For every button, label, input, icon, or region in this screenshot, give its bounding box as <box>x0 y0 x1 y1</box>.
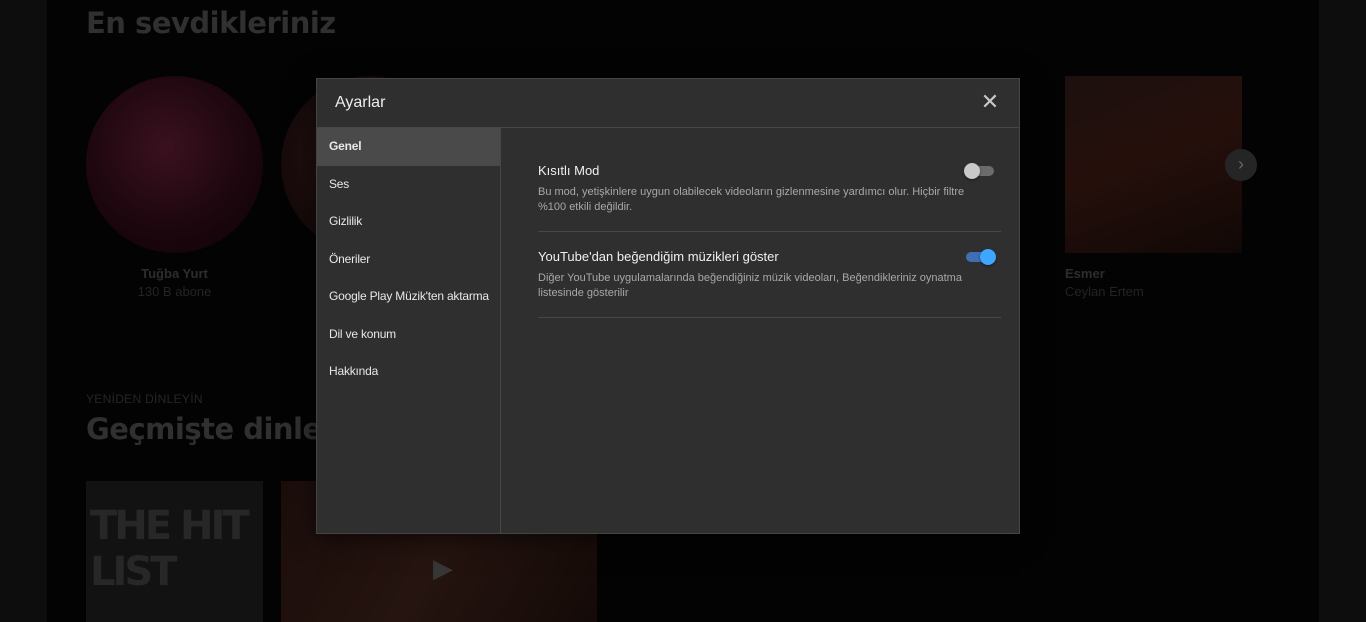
nav-item-import[interactable]: Google Play Müzik'ten aktarma <box>317 278 500 316</box>
setting-show-liked: YouTube'dan beğendiğim müzikleri göster … <box>538 232 1001 318</box>
restricted-mode-toggle[interactable] <box>964 162 994 180</box>
setting-title: Kısıtlı Mod <box>538 163 600 178</box>
nav-item-about[interactable]: Hakkında <box>317 353 500 391</box>
toggle-knob <box>980 249 996 265</box>
nav-item-ses[interactable]: Ses <box>317 166 500 204</box>
nav-item-oneriler[interactable]: Öneriler <box>317 241 500 279</box>
dialog-header: Ayarlar ✕ <box>317 79 1019 128</box>
close-icon[interactable]: ✕ <box>979 91 1001 113</box>
settings-nav: Genel Ses Gizlilik Öneriler Google Play … <box>317 128 501 533</box>
nav-item-language[interactable]: Dil ve konum <box>317 316 500 354</box>
dialog-title: Ayarlar <box>335 94 386 111</box>
setting-description: Bu mod, yetişkinlere uygun olabilecek vi… <box>538 186 965 213</box>
setting-title: YouTube'dan beğendiğim müzikleri göster <box>538 249 779 264</box>
nav-item-genel[interactable]: Genel <box>317 128 500 166</box>
settings-dialog: Ayarlar ✕ Genel Ses Gizlilik Öneriler Go… <box>316 78 1020 534</box>
settings-content: Kısıtlı Mod Bu mod, yetişkinlere uygun o… <box>538 128 1001 318</box>
toggle-knob <box>964 163 980 179</box>
setting-restricted-mode: Kısıtlı Mod Bu mod, yetişkinlere uygun o… <box>538 128 1001 232</box>
setting-description: Diğer YouTube uygulamalarında beğendiğin… <box>538 272 962 299</box>
show-liked-toggle[interactable] <box>966 248 996 266</box>
nav-item-gizlilik[interactable]: Gizlilik <box>317 203 500 241</box>
